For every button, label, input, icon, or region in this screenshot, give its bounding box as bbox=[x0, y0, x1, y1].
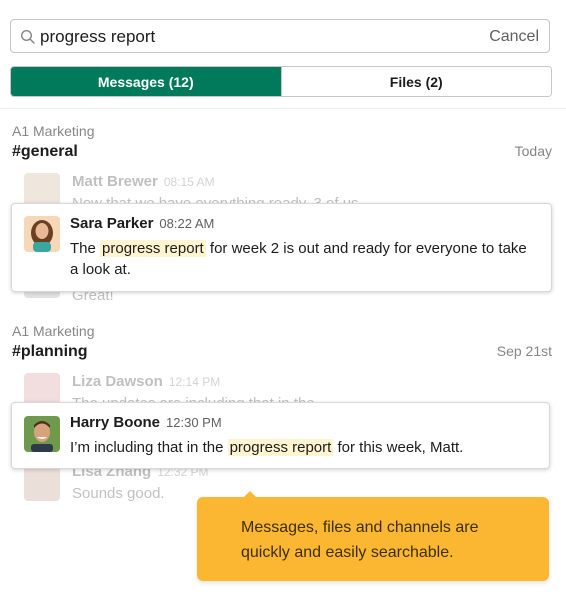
tab-messages[interactable]: Messages (12) bbox=[11, 67, 281, 96]
team-name: A1 Marketing bbox=[12, 323, 95, 339]
search-input[interactable]: progress report bbox=[40, 27, 155, 47]
search-icon bbox=[20, 29, 35, 44]
divider bbox=[0, 108, 566, 109]
message-time: 12:14 PM bbox=[168, 375, 221, 389]
message-time: 12:30 PM bbox=[166, 415, 222, 430]
tab-files[interactable]: Files (2) bbox=[280, 67, 551, 96]
message-text: I’m including that in the progress repor… bbox=[70, 439, 464, 456]
avatar bbox=[24, 416, 60, 452]
sender-name: Sara Parker bbox=[70, 215, 154, 232]
result-date: Today bbox=[514, 143, 552, 159]
feature-tooltip: Messages, files and channels are quickly… bbox=[197, 491, 549, 581]
search-result-message[interactable]: Sara Parker 08:22 AM The progress report … bbox=[11, 203, 552, 292]
channel-name[interactable]: #planning bbox=[12, 343, 88, 361]
sender-name: Matt Brewer bbox=[72, 173, 158, 190]
message-text: Sounds good. bbox=[72, 485, 165, 502]
result-date: Sep 21st bbox=[496, 343, 552, 359]
search-result-message[interactable]: Harry Boone 12:30 PM I’m including that i… bbox=[11, 402, 550, 469]
sender-name: Liza Dawson bbox=[72, 373, 163, 390]
avatar bbox=[24, 216, 60, 252]
tooltip-text: Messages, files and channels are quickly… bbox=[241, 519, 479, 561]
search-highlight: progress report bbox=[227, 439, 334, 456]
sender-name: Harry Boone bbox=[70, 414, 161, 431]
cancel-button[interactable]: Cancel bbox=[489, 28, 539, 46]
message-time: 08:22 AM bbox=[159, 216, 215, 231]
message-text: The progress report for week 2 is out an… bbox=[70, 240, 527, 278]
tooltip-arrow bbox=[244, 491, 256, 497]
search-highlight: progress report bbox=[100, 240, 206, 257]
message-time: 08:15 AM bbox=[163, 175, 215, 189]
search-bar[interactable]: progress report Cancel bbox=[10, 19, 550, 53]
result-tabs: Messages (12) Files (2) bbox=[10, 66, 552, 97]
team-name: A1 Marketing bbox=[12, 123, 95, 139]
channel-name[interactable]: #general bbox=[12, 143, 78, 161]
avatar bbox=[24, 465, 60, 501]
